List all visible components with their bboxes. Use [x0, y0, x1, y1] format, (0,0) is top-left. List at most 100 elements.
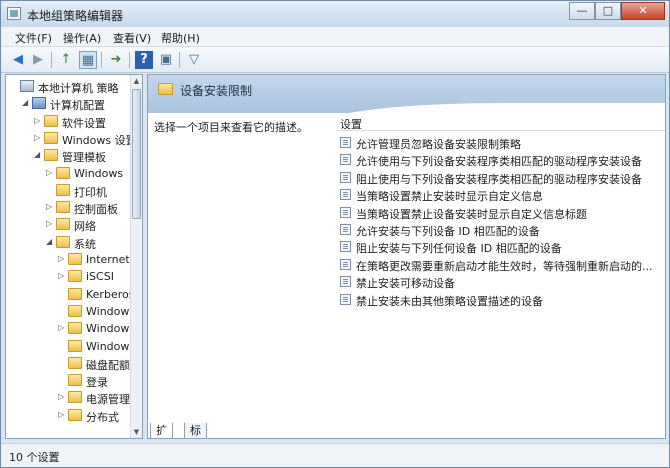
setting-list-item[interactable]: 阻止使用与下列设备安装程序类相匹配的驱动程序安装设备: [338, 169, 663, 186]
tree-item-label: iSCSI: [86, 270, 114, 284]
menu-help[interactable]: 帮助(H): [161, 30, 200, 46]
folder-icon: [56, 201, 70, 214]
menu-file[interactable]: 文件(F): [15, 30, 52, 46]
title-bar[interactable]: 本地组策略编辑器 — □ ✕: [1, 1, 669, 27]
folder-icon: [44, 131, 58, 144]
tree-item-label: 控制面板: [74, 203, 118, 217]
folder-icon: [158, 83, 173, 95]
toolbar-separator: [179, 52, 180, 68]
expand-icon[interactable]: ▷: [46, 202, 54, 212]
policy-setting-icon: [340, 293, 351, 305]
scroll-thumb[interactable]: [132, 89, 141, 219]
tree-item[interactable]: ▷ 软件设置: [6, 113, 132, 130]
expand-icon[interactable]: ▷: [58, 410, 66, 420]
expand-icon[interactable]: ▷: [46, 219, 54, 229]
setting-list-item[interactable]: 当策略设置禁止安装时显示自定义信息: [338, 186, 663, 203]
tree-item-label: Windows 设置: [62, 133, 132, 147]
toolbar-separator: [51, 52, 52, 68]
setting-list-item[interactable]: 允许管理员忽略设备安装限制策略: [338, 134, 663, 151]
tree-item[interactable]: 磁盘配额: [6, 355, 132, 372]
expand-icon: [46, 185, 54, 195]
tree-item-label: 系统: [74, 237, 96, 251]
setting-list-item[interactable]: 允许安装与下列设备 ID 相匹配的设备: [338, 221, 663, 238]
setting-list-item[interactable]: 允许使用与下列设备安装程序类相匹配的驱动程序安装设备: [338, 151, 663, 168]
expand-icon[interactable]: ▷: [34, 116, 42, 126]
scroll-down-icon[interactable]: ▼: [132, 426, 141, 438]
tree-item[interactable]: ▷ 控制面板: [6, 199, 132, 216]
tree-item-label: Windows: [86, 322, 132, 336]
close-button[interactable]: ✕: [621, 2, 665, 20]
tree-item-label: 计算机配置: [50, 99, 105, 113]
tree-item[interactable]: 登录: [6, 372, 132, 389]
tree-item[interactable]: ▷ Windows: [6, 165, 132, 182]
setting-list-item[interactable]: 阻止安装与下列任何设备 ID 相匹配的设备: [338, 238, 663, 255]
tree-item-label: 登录: [86, 376, 108, 390]
collapse-icon[interactable]: ◢: [34, 150, 42, 160]
collapse-icon[interactable]: ◢: [22, 98, 30, 108]
tree-item[interactable]: ◢ 系统: [6, 234, 132, 251]
expand-icon[interactable]: ▷: [58, 271, 66, 281]
setting-list-item[interactable]: 当策略设置禁止设备安装时显示自定义信息标题: [338, 204, 663, 221]
scroll-up-icon[interactable]: ▲: [132, 75, 141, 87]
setting-list-item[interactable]: 在策略更改需要重新启动才能生效时，等待强制重新启动的...: [338, 256, 663, 273]
folder-icon: [68, 270, 82, 283]
tree-item[interactable]: ▷ iSCSI: [6, 268, 132, 285]
maximize-button[interactable]: □: [595, 2, 621, 20]
tree-item[interactable]: ◢ 管理模板: [6, 147, 132, 164]
folder-icon: [68, 374, 82, 387]
tree-item[interactable]: ▷ Windows: [6, 320, 132, 337]
help-icon[interactable]: ?: [135, 51, 153, 69]
tree-item[interactable]: ▷ 分布式: [6, 407, 132, 424]
settings-column-header[interactable]: 设置: [336, 113, 665, 131]
properties-icon[interactable]: ▣: [157, 51, 175, 69]
tab-extended[interactable]: 扩展: [150, 423, 173, 438]
tree-item[interactable]: ▷ 网络: [6, 216, 132, 233]
forward-arrow-icon[interactable]: ▶: [29, 51, 47, 69]
expand-icon[interactable]: ▷: [58, 392, 66, 402]
tree-item[interactable]: ▷ Internet: [6, 251, 132, 268]
settings-column-label: 设置: [340, 118, 362, 131]
up-folder-icon[interactable]: ↑: [57, 51, 75, 69]
tree-item[interactable]: ▷ 电源管理: [6, 389, 132, 406]
expand-icon[interactable]: ▷: [58, 323, 66, 333]
filter-icon[interactable]: ▽: [185, 51, 203, 69]
folder-icon: [44, 114, 58, 127]
expand-icon: [58, 289, 66, 299]
show-hide-tree-icon[interactable]: ▦: [79, 51, 97, 69]
tree-item[interactable]: 打印机: [6, 182, 132, 199]
window-title: 本地组策略编辑器: [27, 9, 124, 23]
toolbar-separator: [101, 52, 102, 68]
description-text: 选择一个项目来查看它的描述。: [154, 121, 308, 134]
policy-setting-icon: [340, 206, 351, 218]
tree-item-label: Windows: [86, 304, 132, 318]
menu-action[interactable]: 操作(A): [63, 30, 101, 46]
tree-item-label: 分布式: [86, 410, 119, 424]
setting-list-item[interactable]: 禁止安装未由其他策略设置描述的设备: [338, 291, 663, 308]
tree-item[interactable]: Kerberos: [6, 286, 132, 303]
menu-view[interactable]: 查看(V): [113, 30, 151, 46]
setting-label: 阻止使用与下列设备安装程序类相匹配的驱动程序安装设备: [356, 172, 642, 186]
expand-icon[interactable]: ▷: [46, 168, 54, 178]
policy-setting-icon: [340, 258, 351, 270]
navigation-tree[interactable]: 本地计算机 策略 ◢ 计算机配置 ▷ 软件设置 ▷ Windows 设置 ◢ 管理模板 ▷ Wind…: [5, 74, 143, 439]
setting-label: 当策略设置禁止安装时显示自定义信息: [356, 190, 543, 204]
tree-item[interactable]: Windows: [6, 338, 132, 355]
expand-icon[interactable]: ▷: [34, 133, 42, 143]
tree-item[interactable]: ▷ Windows 设置: [6, 130, 132, 147]
collapse-icon[interactable]: ◢: [46, 237, 54, 247]
tree-item[interactable]: ◢ 计算机配置: [6, 95, 132, 112]
minimize-button[interactable]: —: [569, 2, 595, 20]
tree-item[interactable]: Windows: [6, 303, 132, 320]
tree-item-label: Internet: [86, 253, 130, 266]
expand-icon: [58, 375, 66, 385]
tab-standard[interactable]: 标准: [184, 423, 207, 438]
folder-icon: [44, 149, 58, 162]
export-list-icon[interactable]: ➜: [107, 51, 125, 69]
tree-item-label: 本地计算机 策略: [38, 82, 119, 95]
tree-scrollbar[interactable]: ▲ ▼: [130, 75, 142, 438]
tree-item[interactable]: 本地计算机 策略: [6, 78, 132, 95]
expand-icon[interactable]: ▷: [58, 254, 66, 264]
back-arrow-icon[interactable]: ◀: [9, 51, 27, 69]
setting-list-item[interactable]: 禁止安装可移动设备: [338, 273, 663, 290]
folder-icon: [56, 183, 70, 196]
